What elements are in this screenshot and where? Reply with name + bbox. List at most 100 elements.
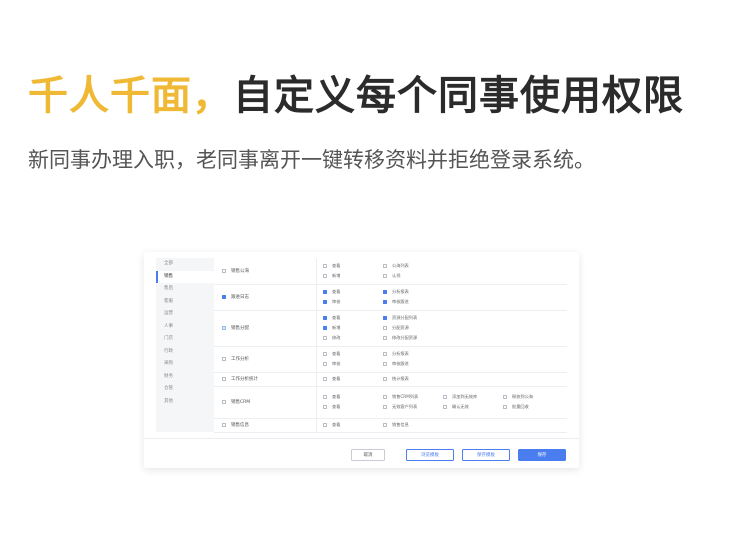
table-row: 销售信息 查看 销售信息 [214,418,567,433]
cancel-button[interactable]: 取消 [351,449,385,461]
checkbox-icon[interactable] [383,274,387,278]
checkbox-icon[interactable] [323,352,327,356]
checkbox-icon[interactable] [323,377,327,381]
checkbox-icon[interactable] [383,300,387,304]
subline: 新同事办理入职，老同事离开一键转移资料并拒绝登录系统。 [28,148,595,172]
checkbox-icon[interactable] [323,326,327,330]
checkbox-icon[interactable] [443,405,447,409]
checkbox-icon[interactable] [383,264,387,268]
checkbox-icon[interactable] [383,423,387,427]
permission-checkbox[interactable]: 审核跟进 [383,299,409,305]
save-button[interactable]: 保存 [518,449,566,461]
module-checkbox[interactable]: 销售信息 [222,422,249,428]
permission-label: 审核跟进 [392,299,409,304]
checkbox-icon[interactable] [443,395,447,399]
sidebar-item[interactable]: 客服 [156,296,214,309]
module-label: 工作分析 [231,357,249,362]
sidebar-item[interactable]: 运营 [156,308,214,321]
save-template-button[interactable]: 保存模板 [462,449,510,461]
permission-checkbox[interactable]: 查看 [323,376,340,382]
permission-checkbox[interactable]: 修改 [323,335,340,341]
checkbox-icon[interactable] [222,295,226,299]
permission-checkbox[interactable]: 新增 [323,325,340,331]
checkbox-icon[interactable] [503,405,507,409]
checkbox-icon[interactable] [383,405,387,409]
checkbox-icon[interactable] [383,326,387,330]
checkbox-icon[interactable] [323,316,327,320]
permission-checkbox[interactable]: 新增 [323,273,340,279]
permission-checkbox[interactable]: 查看 [323,315,340,321]
permission-checkbox[interactable]: 无效客户列表 [383,404,417,410]
checkbox-icon[interactable] [323,423,327,427]
permission-checkbox[interactable]: 审核 [323,361,340,367]
checkbox-icon[interactable] [323,290,327,294]
permission-checkbox[interactable]: 查看 [323,404,340,410]
checkbox-icon[interactable] [323,274,327,278]
sidebar-item[interactable]: 售后 [156,283,214,296]
sidebar-item[interactable]: 全部 [156,258,214,271]
permission-checkbox[interactable]: 认领 [383,273,400,279]
sidebar-item[interactable]: 人事 [156,321,214,334]
sidebar-item[interactable]: 仓管 [156,383,214,396]
checkbox-icon[interactable] [383,352,387,356]
permission-checkbox[interactable]: 修改分配资源 [383,335,417,341]
permission-checkbox[interactable]: 查看 [323,394,340,400]
permission-checkbox[interactable]: 审核 [323,299,340,305]
checkbox-icon[interactable] [323,395,327,399]
checkbox-icon[interactable] [222,326,226,330]
checkbox-icon[interactable] [383,395,387,399]
permission-label: 查看 [332,351,341,356]
sidebar-item[interactable]: 其他 [156,396,214,409]
permission-checkbox[interactable]: 销售信息 [383,422,409,428]
permission-checkbox[interactable]: 查看 [323,263,340,269]
module-label: 销售分配 [231,326,249,331]
sidebar-item[interactable]: 采购 [156,358,214,371]
permission-label: 新增 [332,273,341,278]
checkbox-icon[interactable] [222,357,226,361]
permission-checkbox[interactable]: 释放到公海 [503,394,533,400]
sidebar-item[interactable]: 财务 [156,371,214,384]
checkbox-icon[interactable] [323,405,327,409]
preview-template-button[interactable]: 浏览模板 [406,449,454,461]
module-checkbox[interactable]: 跟进日志 [222,294,249,300]
sidebar-item[interactable]: 销售 [156,270,214,283]
module-checkbox[interactable]: 销售分配 [222,325,249,331]
sidebar-item[interactable]: 行政 [156,346,214,359]
permission-checkbox[interactable]: 确认无效 [443,404,469,410]
module-label: 销售CRM [231,400,251,405]
checkbox-icon[interactable] [383,290,387,294]
permission-checkbox[interactable]: 分配资源 [383,325,409,331]
checkbox-icon[interactable] [323,300,327,304]
permission-label: 修改分配资源 [392,335,418,340]
module-checkbox[interactable]: 工作分析统计 [222,376,258,382]
permission-checkbox[interactable]: 统计报表 [383,376,409,382]
permission-checkbox[interactable]: 资源分配列表 [383,315,417,321]
module-checkbox[interactable]: 销售公海 [222,268,249,274]
checkbox-icon[interactable] [383,316,387,320]
permission-checkbox[interactable]: 销售CRM列表 [383,394,418,400]
checkbox-icon[interactable] [503,395,507,399]
checkbox-icon[interactable] [222,269,226,273]
permission-checkbox[interactable]: 添加到无效库 [443,394,477,400]
checkbox-icon[interactable] [222,377,226,381]
checkbox-icon[interactable] [383,377,387,381]
permission-checkbox[interactable]: 审核跟进 [383,361,409,367]
permission-checkbox[interactable]: 查看 [323,351,340,357]
checkbox-icon[interactable] [323,336,327,340]
permission-label: 查看 [332,376,341,381]
checkbox-icon[interactable] [222,400,226,404]
permission-checkbox[interactable]: 公海列表 [383,263,409,269]
permission-checkbox[interactable]: 查看 [323,422,340,428]
sidebar-item[interactable]: 门店 [156,333,214,346]
checkbox-icon[interactable] [383,362,387,366]
permission-checkbox[interactable]: 分析报表 [383,289,409,295]
module-checkbox[interactable]: 工作分析 [222,356,249,362]
checkbox-icon[interactable] [383,336,387,340]
checkbox-icon[interactable] [323,362,327,366]
permission-checkbox[interactable]: 查看 [323,289,340,295]
module-checkbox[interactable]: 销售CRM [222,399,250,405]
permission-checkbox[interactable]: 批量回收 [503,404,529,410]
checkbox-icon[interactable] [222,423,226,427]
checkbox-icon[interactable] [323,264,327,268]
permission-checkbox[interactable]: 分析报表 [383,351,409,357]
